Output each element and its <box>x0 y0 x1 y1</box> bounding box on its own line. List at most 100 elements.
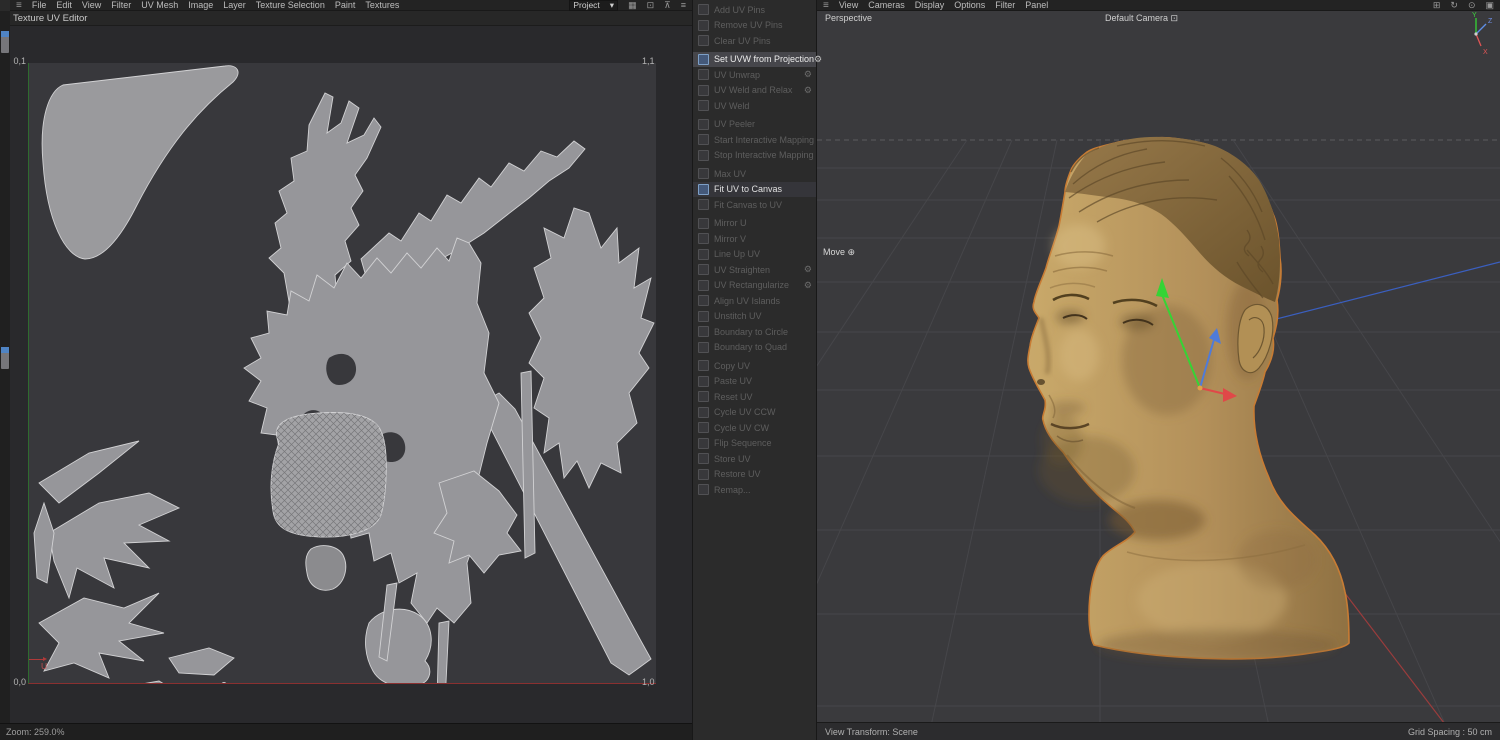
fit-canvas-to-uv-icon <box>698 199 709 211</box>
menu-textures[interactable]: Textures <box>365 0 399 10</box>
set-uvw-projection-icon <box>698 53 709 65</box>
camera-label[interactable]: Default Camera ⊡ <box>1105 13 1178 24</box>
uv-command-remove-uv-pins[interactable]: Remove UV Pins <box>693 18 816 34</box>
menu-file[interactable]: File <box>32 0 47 10</box>
gear-icon[interactable]: ⚙ <box>804 280 812 291</box>
app-window: ≡ File Edit View Filter UV Mesh Image La… <box>0 0 1500 740</box>
u-axis-line <box>29 659 44 660</box>
menu-filter[interactable]: Filter <box>111 0 131 10</box>
project-dropdown[interactable]: Project ▾ <box>569 0 619 11</box>
uv-command-set-uvw-from-projection[interactable]: Set UVW from Projection ⚙ <box>693 51 822 67</box>
uv-rectangularize-icon <box>698 279 709 291</box>
menu-edit[interactable]: Edit <box>56 0 72 10</box>
uv-canvas[interactable] <box>28 63 656 712</box>
dock-icon[interactable]: ⊡ <box>647 0 655 11</box>
uv-editor-tab-title[interactable]: Texture UV Editor <box>10 13 87 24</box>
orientation-gizmo[interactable]: Y Z X <box>1462 12 1496 58</box>
uv-corner-10: 1,0 <box>642 677 655 687</box>
unstitch-uv-icon <box>698 310 709 322</box>
viewport-menubar: ≡ View Cameras Display Options Filter Pa… <box>817 0 1500 11</box>
uv-command-line-up-uv[interactable]: Line Up UV <box>693 247 816 263</box>
uv-command-remap[interactable]: Remap... <box>693 482 816 498</box>
axis-z-label: Z <box>1488 18 1493 25</box>
vp-menu-view[interactable]: View <box>839 0 858 10</box>
gear-icon[interactable]: ⚙ <box>814 54 822 65</box>
vp-menu-options[interactable]: Options <box>954 0 985 10</box>
uv-corner-11: 1,1 <box>642 56 655 66</box>
menu-layer[interactable]: Layer <box>223 0 246 10</box>
layout-grid-icon[interactable]: ▦ <box>628 0 637 11</box>
viewport-3d[interactable]: ≡ View Cameras Display Options Filter Pa… <box>817 0 1500 740</box>
uv-command-boundary-to-circle[interactable]: Boundary to Circle <box>693 324 816 340</box>
uv-command-stop-interactive-mapping[interactable]: Stop Interactive Mapping <box>693 148 816 164</box>
zoom-status: Zoom: 259.0% <box>6 727 65 737</box>
uv-command-uv-unwrap[interactable]: UV Unwrap ⚙ <box>693 67 816 83</box>
panel-menu-icon[interactable]: ≡ <box>681 0 686 10</box>
uv-command-start-interactive-mapping[interactable]: Start Interactive Mapping <box>693 132 816 148</box>
uv-command-reset-uv[interactable]: Reset UV <box>693 389 816 405</box>
uv-command-uv-weld-and-relax[interactable]: UV Weld and Relax ⚙ <box>693 83 816 99</box>
uv-command-mirror-v[interactable]: Mirror V <box>693 231 816 247</box>
zoom-icon[interactable]: ⊙ <box>1468 0 1476 11</box>
uv-command-cycle-uv-ccw[interactable]: Cycle UV CCW <box>693 405 816 421</box>
uv-command-flip-sequence[interactable]: Flip Sequence <box>693 436 816 452</box>
uv-command-max-uv[interactable]: Max UV <box>693 166 816 182</box>
uv-command-mirror-u[interactable]: Mirror U <box>693 216 816 232</box>
menu-view[interactable]: View <box>82 0 101 10</box>
gear-icon[interactable]: ⚙ <box>804 264 812 275</box>
menu-image[interactable]: Image <box>188 0 213 10</box>
reset-uv-icon <box>698 391 709 403</box>
uv-command-unstitch-uv[interactable]: Unstitch UV <box>693 309 816 325</box>
gear-icon[interactable]: ⚙ <box>804 69 812 80</box>
dock-tab-top[interactable] <box>1 31 9 53</box>
fit-uv-to-canvas-icon <box>698 183 709 195</box>
uv-command-add-uv-pins[interactable]: Add UV Pins <box>693 2 816 18</box>
u-axis-indicator: U <box>29 653 69 671</box>
view-transform-status: View Transform: Scene <box>825 726 918 737</box>
viewport-svg <box>817 136 1500 723</box>
max-uv-icon <box>698 168 709 180</box>
uv-command-fit-uv-to-canvas[interactable]: Fit UV to Canvas <box>693 181 816 197</box>
dock-tab-middle[interactable] <box>1 347 9 369</box>
uv-straighten-icon <box>698 264 709 276</box>
uv-command-align-uv-islands[interactable]: Align UV Islands <box>693 293 816 309</box>
vp-menu-display[interactable]: Display <box>915 0 945 10</box>
uv-command-uv-peeler[interactable]: UV Peeler <box>693 117 816 133</box>
uv-command-uv-rectangularize[interactable]: UV Rectangularize ⚙ <box>693 278 816 294</box>
flip-sequence-icon <box>698 437 709 449</box>
maximize-icon[interactable]: ▣ <box>1485 0 1494 11</box>
uv-command-store-uv[interactable]: Store UV <box>693 451 816 467</box>
pan-icon[interactable]: ⊞ <box>1433 0 1441 11</box>
uv-command-uv-straighten[interactable]: UV Straighten ⚙ <box>693 262 816 278</box>
head-model[interactable] <box>1027 136 1350 661</box>
uv-command-fit-canvas-to-uv[interactable]: Fit Canvas to UV <box>693 197 816 213</box>
uv-command-copy-uv[interactable]: Copy UV <box>693 358 816 374</box>
menu-icon[interactable]: ≡ <box>16 0 22 11</box>
vp-menu-cameras[interactable]: Cameras <box>868 0 905 10</box>
gear-icon[interactable]: ⚙ <box>804 85 812 96</box>
uv-editor-statusbar: Zoom: 259.0% <box>0 723 692 740</box>
uv-commands-panel: Add UV Pins Remove UV Pins Clear UV Pins… <box>692 0 822 740</box>
boundary-to-quad-icon <box>698 341 709 353</box>
mirror-u-icon <box>698 217 709 229</box>
menu-paint[interactable]: Paint <box>335 0 356 10</box>
axis-y-label: Y <box>1472 12 1477 19</box>
uv-weld-relax-icon <box>698 84 709 96</box>
uv-command-cycle-uv-cw[interactable]: Cycle UV CW <box>693 420 816 436</box>
pin-icon[interactable]: ⊼ <box>664 0 671 11</box>
align-uv-islands-icon <box>698 295 709 307</box>
menu-uv-mesh[interactable]: UV Mesh <box>141 0 178 10</box>
vp-menu-panel[interactable]: Panel <box>1025 0 1048 10</box>
menu-icon[interactable]: ≡ <box>823 0 829 11</box>
uv-command-paste-uv[interactable]: Paste UV <box>693 374 816 390</box>
menu-texture-selection[interactable]: Texture Selection <box>256 0 325 10</box>
gizmo-origin[interactable] <box>1197 385 1203 391</box>
camera-frame-icon[interactable]: ⊡ <box>1171 13 1179 23</box>
uv-command-restore-uv[interactable]: Restore UV <box>693 467 816 483</box>
view-mode-label[interactable]: Perspective <box>825 13 872 23</box>
uv-command-uv-weld[interactable]: UV Weld <box>693 98 816 114</box>
uv-command-boundary-to-quad[interactable]: Boundary to Quad <box>693 340 816 356</box>
uv-command-clear-uv-pins[interactable]: Clear UV Pins <box>693 33 816 49</box>
rotate-icon[interactable]: ↻ <box>1450 0 1458 11</box>
vp-menu-filter[interactable]: Filter <box>995 0 1015 10</box>
